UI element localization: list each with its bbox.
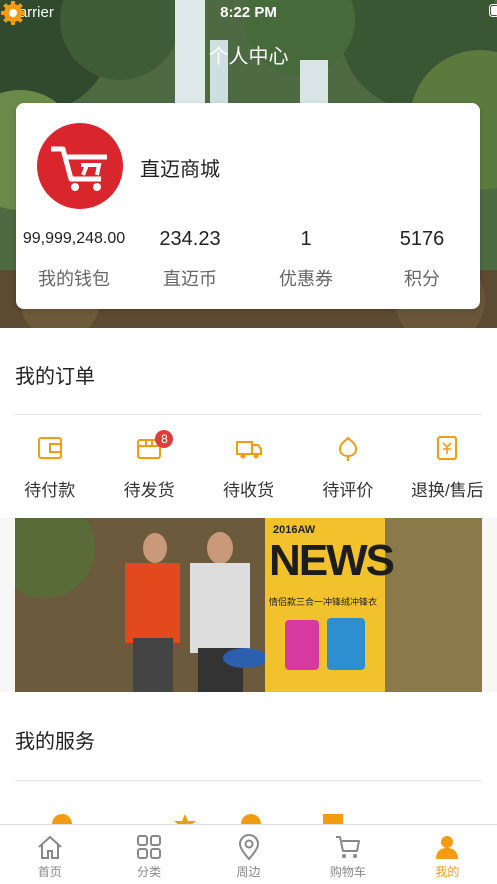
status-bar: Carrier 8:22 PM [0,0,497,24]
gear-icon[interactable] [0,0,26,26]
wallet-stat[interactable]: 99,999,248.00 我的钱包 [16,225,132,291]
location-icon [235,833,263,861]
coupon-stat[interactable]: 1 优惠券 [248,225,364,291]
calendar-icon[interactable] [323,814,343,824]
pen-icon[interactable] [241,814,261,824]
tab-home[interactable]: 首页 [0,825,99,884]
service-icon[interactable] [52,814,72,824]
coupon-label: 优惠券 [248,265,364,291]
tab-label: 购物车 [330,865,366,879]
orders-divider [15,414,482,415]
page-title: 个人中心 [0,40,497,69]
tab-bar: 首页 分类 周边 购物车 我的 [0,824,497,884]
tab-label: 分类 [137,865,161,879]
shop-name: 直迈商城 [140,153,220,182]
service-item-5 [398,808,497,824]
coupon-value: 1 [248,225,364,253]
service-item-1 [0,808,99,824]
tab-cart[interactable]: 购物车 [298,825,397,884]
star-icon[interactable] [174,814,196,824]
service-item-3 [199,808,298,824]
order-pending-review[interactable]: 待评价 [298,430,397,508]
service-item-2 [99,808,198,824]
banner-caption: 情侣款三合一冲锋绒冲锋衣 [269,595,377,608]
jackets-image [265,614,385,684]
services-divider [15,780,482,781]
order-pending-shipment[interactable]: 8 待发货 [99,430,198,508]
cart-logo-icon [37,123,123,209]
tab-label: 我的 [435,865,459,879]
order-label: 退换/售后 [398,476,497,501]
coin-stat[interactable]: 234.23 直迈币 [132,225,248,291]
tab-label: 首页 [38,865,62,879]
cart-icon [334,833,362,861]
order-label: 待评价 [298,476,397,501]
order-label: 待发货 [99,476,198,501]
wallet-value: 99,999,248.00 [16,225,132,253]
shop-logo [37,123,123,209]
points-stat[interactable]: 5176 积分 [364,225,480,291]
grid-icon [135,833,163,861]
tab-label: 周边 [237,865,261,879]
order-status-row: 待付款 8 待发货 待收货 待评价 退换/售后 [0,430,497,508]
service-icons-row [0,808,497,824]
order-label: 待收货 [199,476,298,501]
services-section: 我的服务 [0,692,497,824]
services-title[interactable]: 我的服务 [15,725,95,754]
battery-icon [489,4,497,17]
pending-shipment-badge: 8 [155,430,173,448]
order-pending-receipt[interactable]: 待收货 [199,430,298,508]
wallet-icon [36,434,64,462]
order-refund[interactable]: 退换/售后 [398,430,497,508]
banner-year: 2016AW [273,524,315,536]
points-value: 5176 [364,225,480,253]
coin-value: 234.23 [132,225,248,253]
order-label: 待付款 [0,476,99,501]
tab-category[interactable]: 分类 [99,825,198,884]
clock: 8:22 PM [0,4,497,21]
banner-headline: NEWS [269,536,393,586]
wallet-label: 我的钱包 [16,265,132,291]
coin-label: 直迈币 [132,265,248,291]
tab-nearby[interactable]: 周边 [199,825,298,884]
promo-banner[interactable]: 2016AW NEWS 情侣款三合一冲锋绒冲锋衣 [15,518,482,692]
orders-title[interactable]: 我的订单 [15,360,95,389]
banner-photo [15,518,482,692]
truck-icon [235,434,263,462]
service-item-4 [298,808,397,824]
user-icon [433,833,461,861]
refund-icon [433,434,461,462]
news-panel: 2016AW NEWS 情侣款三合一冲锋绒冲锋衣 [265,518,385,692]
order-pending-payment[interactable]: 待付款 [0,430,99,508]
points-label: 积分 [364,265,480,291]
profile-card: 直迈商城 99,999,248.00 我的钱包 234.23 直迈币 1 优惠券… [16,103,480,309]
tab-mine[interactable]: 我的 [398,825,497,884]
flower-icon [334,434,362,462]
home-icon [36,833,64,861]
